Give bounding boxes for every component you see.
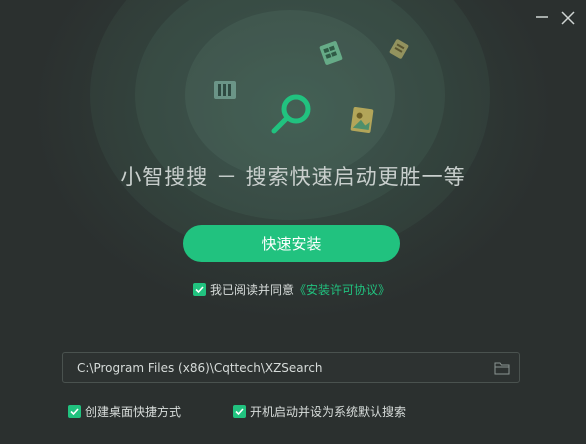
image-file-icon	[350, 106, 374, 134]
folder-icon[interactable]	[494, 361, 510, 375]
app-logo-icon	[271, 94, 311, 134]
autostart-default-search-checkbox[interactable]	[233, 404, 246, 418]
installer-window: 小智搜搜 － 搜索快速启动更胜一等 快速安装 我已阅读并同意 《安装许可协议》 …	[0, 0, 586, 444]
checkmark-icon	[195, 285, 204, 293]
agreement-row: 我已阅读并同意 《安装许可协议》	[193, 281, 390, 297]
minimize-icon	[536, 16, 548, 18]
archive-file-icon	[214, 81, 236, 99]
desktop-shortcut-label: 创建桌面快捷方式	[85, 404, 182, 419]
autostart-default-search-label: 开机启动并设为系统默认搜索	[250, 404, 407, 419]
agreement-text: 我已阅读并同意	[210, 282, 295, 297]
document-file-icon	[389, 39, 409, 59]
close-icon	[561, 11, 575, 25]
desktop-shortcut-option: 创建桌面快捷方式	[68, 403, 181, 419]
minimize-button[interactable]	[532, 8, 552, 28]
desktop-shortcut-checkbox[interactable]	[68, 404, 81, 418]
install-path-value[interactable]: C:\Program Files (x86)\Cqttech\XZSearch	[77, 361, 323, 375]
checkmark-icon	[70, 407, 79, 415]
app-slogan: 小智搜搜 － 搜索快速启动更胜一等	[120, 165, 466, 189]
agreement-checkbox[interactable]	[193, 282, 206, 296]
spreadsheet-file-icon	[319, 41, 343, 65]
quick-install-button[interactable]: 快速安装	[183, 225, 400, 262]
checkmark-icon	[235, 407, 244, 415]
autostart-default-search-option: 开机启动并设为系统默认搜索	[233, 403, 406, 419]
install-path-field[interactable]: C:\Program Files (x86)\Cqttech\XZSearch	[62, 352, 520, 383]
close-button[interactable]	[558, 8, 578, 28]
license-agreement-link[interactable]: 《安装许可协议》	[294, 281, 390, 298]
